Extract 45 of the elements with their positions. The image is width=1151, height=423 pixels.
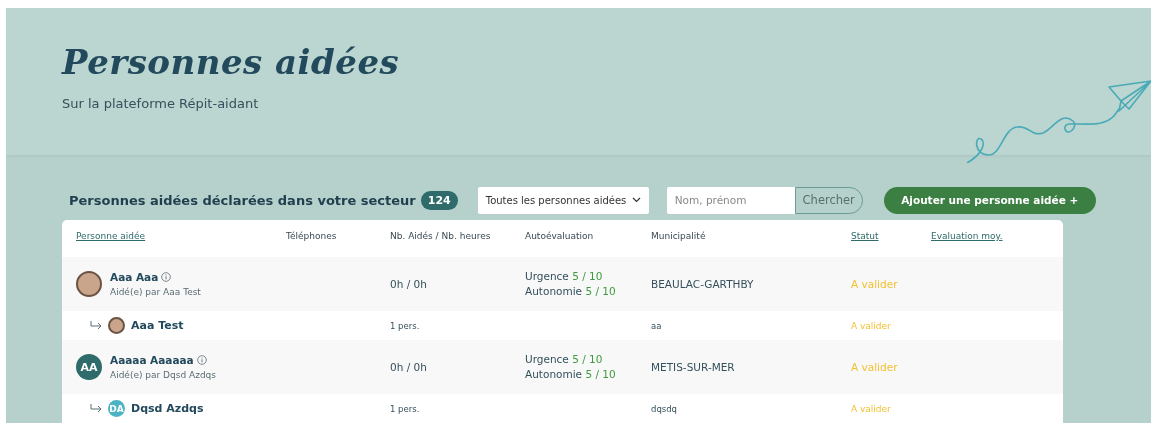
municipality-cell: dqsdq xyxy=(651,403,677,414)
page-title: Personnes aidées xyxy=(62,42,401,82)
person-name[interactable]: Aaa Aaa xyxy=(110,271,159,283)
status-text: A valider xyxy=(851,403,891,414)
section-heading: Personnes aidées déclarées dans votre secteur xyxy=(69,192,416,208)
chevron-down-icon xyxy=(631,197,641,203)
search-field[interactable]: Nom, prénom xyxy=(666,186,795,214)
evaluation-score: Autonomie 5 / 10 xyxy=(525,367,617,382)
count-badge: 124 xyxy=(420,190,458,210)
page-subtitle: Sur la plateforme Répit-aidant xyxy=(62,96,260,111)
person-name[interactable]: Aaa Test xyxy=(131,319,184,332)
municipality-cell: aa xyxy=(651,320,662,331)
hours-cell: 0h / 0h xyxy=(390,361,427,373)
hours-cell: 1 pers. xyxy=(390,403,420,414)
column-header: Municipalité xyxy=(651,231,706,241)
person-name[interactable]: Dqsd Azdqs xyxy=(131,402,204,415)
municipality-cell: BEAULAC-GARTHBY xyxy=(651,278,754,290)
avatar-placeholder xyxy=(76,271,102,297)
initials-avatar: DA xyxy=(108,400,125,417)
sort-link[interactable]: Personne aidée xyxy=(76,231,146,241)
hours-cell: 0h / 0h xyxy=(390,278,427,290)
hours-cell: 1 pers. xyxy=(390,320,420,331)
child-arrow-icon xyxy=(90,320,102,331)
avatar-placeholder xyxy=(108,317,125,334)
add-person-button[interactable]: Ajouter une personne aidée + xyxy=(883,186,1096,214)
evaluation-score: Urgence 5 / 10 xyxy=(525,269,604,284)
caregiver-text: Aidé(e) par Aaa Test xyxy=(110,287,201,297)
caregiver-text: Aidé(e) par Dqsd Azdqs xyxy=(110,370,217,380)
child-arrow-icon xyxy=(90,403,102,414)
evaluation-score: Urgence 5 / 10 xyxy=(525,352,604,367)
status-text: A valider xyxy=(851,320,891,331)
sort-link[interactable]: Evaluation moy. xyxy=(931,231,1003,241)
person-name[interactable]: Aaaaa Aaaaaa xyxy=(110,354,194,366)
filter-dropdown[interactable]: Toutes les personnes aidées xyxy=(477,186,649,214)
info-icon[interactable] xyxy=(161,272,172,282)
status-text: A valider xyxy=(851,278,898,290)
column-header: Nb. Aidés / Nb. heures xyxy=(390,231,491,241)
status-text: A valider xyxy=(851,361,898,373)
column-header: Téléphones xyxy=(286,231,337,241)
sort-link[interactable]: Statut xyxy=(851,231,879,241)
initials-avatar: AA xyxy=(76,354,102,380)
municipality-cell: METIS-SUR-MER xyxy=(651,361,735,373)
info-icon[interactable] xyxy=(196,355,207,365)
evaluation-score: Autonomie 5 / 10 xyxy=(525,284,617,299)
column-header: Autoévaluation xyxy=(525,231,594,241)
